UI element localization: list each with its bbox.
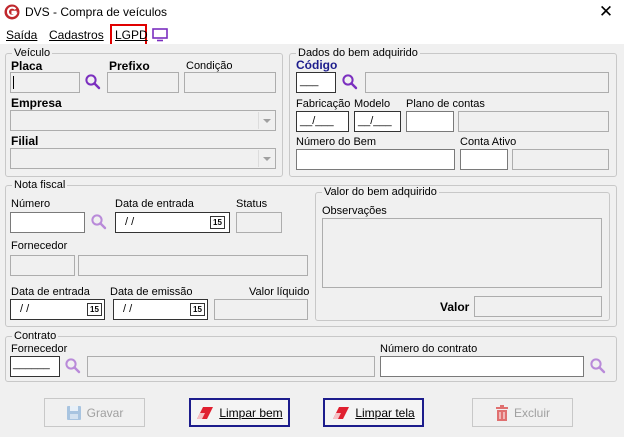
- valor-liquido-label: Valor líquido: [249, 286, 309, 298]
- app-logo-icon: [4, 4, 20, 20]
- excluir-button[interactable]: Excluir: [472, 398, 573, 427]
- status-label: Status: [236, 198, 267, 210]
- condicao-input[interactable]: [184, 72, 276, 93]
- modelo-label: Modelo: [354, 98, 390, 110]
- prefixo-input[interactable]: [107, 72, 179, 93]
- save-icon: [66, 405, 82, 421]
- gravar-label: Gravar: [87, 406, 124, 420]
- excluir-label: Excluir: [514, 406, 550, 420]
- data-entrada-label: Data de entrada: [115, 198, 194, 210]
- menu-lgpd-label: LGPD: [115, 28, 148, 42]
- numero-label: Número: [11, 198, 50, 210]
- limpar-bem-button[interactable]: Limpar bem: [189, 398, 290, 427]
- calendar-icon[interactable]: 15: [87, 303, 102, 316]
- modelo-mask: __/___: [358, 115, 392, 127]
- limpar-tela-button[interactable]: Limpar tela: [323, 398, 424, 427]
- close-button[interactable]: ✕: [594, 2, 618, 22]
- gravar-button[interactable]: Gravar: [44, 398, 145, 427]
- menu-saida[interactable]: Saída: [6, 28, 37, 42]
- menu-cadastros[interactable]: Cadastros: [49, 28, 104, 42]
- filial-label: Filial: [11, 134, 38, 148]
- conta-ativo-label: Conta Ativo: [460, 136, 516, 148]
- observacoes-textarea[interactable]: [322, 218, 602, 288]
- codigo-label: Código: [296, 58, 337, 72]
- valor-label: Valor: [440, 300, 469, 314]
- placa-label: Placa: [11, 59, 42, 73]
- contrato-legend: Contrato: [12, 330, 58, 342]
- search-icon[interactable]: [64, 357, 82, 375]
- contrato-fornecedor-input[interactable]: ______: [10, 356, 60, 377]
- data-entrada-mask: / /: [125, 216, 134, 228]
- chevron-down-icon[interactable]: [258, 150, 274, 167]
- valor-liquido-input[interactable]: [214, 299, 308, 320]
- plano-input[interactable]: [406, 111, 454, 132]
- numero-contrato-input[interactable]: [380, 356, 584, 377]
- fabricacao-input[interactable]: __/___: [296, 111, 349, 132]
- data-entrada-input[interactable]: / / 15: [115, 212, 230, 233]
- fabricacao-mask: __/___: [300, 115, 334, 127]
- empresa-select[interactable]: [10, 110, 276, 131]
- codigo-mask: ___: [300, 75, 318, 87]
- search-icon[interactable]: [90, 213, 108, 231]
- condicao-label: Condição: [186, 60, 232, 72]
- text-caret: [13, 76, 14, 89]
- numero-input[interactable]: [10, 212, 85, 233]
- status-input[interactable]: [236, 212, 282, 233]
- contrato-fornecedor-label: Fornecedor: [11, 343, 67, 355]
- contrato-fornecedor-mask: ______: [13, 358, 50, 370]
- conta-ativo-input[interactable]: [460, 149, 508, 170]
- eraser-icon: [196, 406, 214, 420]
- veiculo-legend: Veículo: [12, 47, 52, 59]
- search-icon[interactable]: [341, 73, 359, 91]
- window-title: DVS - Compra de veículos: [25, 5, 167, 19]
- chevron-down-icon[interactable]: [258, 112, 274, 129]
- fornecedor-nome-input[interactable]: [78, 255, 308, 276]
- valor-bem-legend: Valor do bem adquirido: [322, 186, 439, 198]
- fornecedor-label: Fornecedor: [11, 240, 67, 252]
- numero-contrato-label: Número do contrato: [380, 343, 477, 355]
- limpar-tela-label: Limpar tela: [355, 406, 414, 420]
- menu-saida-label: Saída: [6, 28, 37, 42]
- trash-icon: [495, 405, 509, 421]
- prefixo-label: Prefixo: [109, 59, 150, 73]
- numero-bem-label: Número do Bem: [296, 136, 376, 148]
- fabricacao-label: Fabricação: [296, 98, 350, 110]
- data-emissao-mask: / /: [123, 303, 132, 315]
- eraser-icon: [332, 406, 350, 420]
- data-emissao-input[interactable]: / / 15: [113, 299, 208, 320]
- codigo-input[interactable]: ___: [296, 72, 336, 93]
- data-emissao-label: Data de emissão: [110, 286, 193, 298]
- data-entrada2-label: Data de entrada: [11, 286, 90, 298]
- valor-input[interactable]: [474, 296, 602, 317]
- menu-cadastros-label: Cadastros: [49, 28, 104, 42]
- data-entrada2-input[interactable]: / / 15: [10, 299, 105, 320]
- observacoes-label: Observações: [322, 205, 387, 217]
- search-icon[interactable]: [589, 357, 607, 375]
- data-entrada2-mask: / /: [20, 303, 29, 315]
- contrato-fornecedor-nome-input[interactable]: [87, 356, 375, 377]
- calendar-icon[interactable]: 15: [190, 303, 205, 316]
- search-icon[interactable]: [84, 73, 102, 91]
- fornecedor-codigo-input[interactable]: [10, 255, 75, 276]
- empresa-label: Empresa: [11, 96, 62, 110]
- limpar-bem-label: Limpar bem: [219, 406, 282, 420]
- menu-lgpd[interactable]: LGPD: [115, 28, 148, 42]
- filial-select[interactable]: [10, 148, 276, 169]
- monitor-icon[interactable]: [152, 28, 168, 42]
- conta-ativo-descricao-input[interactable]: [512, 149, 609, 170]
- calendar-icon[interactable]: 15: [210, 216, 225, 229]
- placa-input[interactable]: [10, 72, 80, 93]
- bem-descricao-input[interactable]: [365, 72, 609, 93]
- nota-fiscal-legend: Nota fiscal: [12, 179, 67, 191]
- numero-bem-input[interactable]: [296, 149, 455, 170]
- modelo-input[interactable]: __/___: [354, 111, 401, 132]
- plano-label: Plano de contas: [406, 98, 485, 110]
- plano-descricao-input[interactable]: [458, 111, 609, 132]
